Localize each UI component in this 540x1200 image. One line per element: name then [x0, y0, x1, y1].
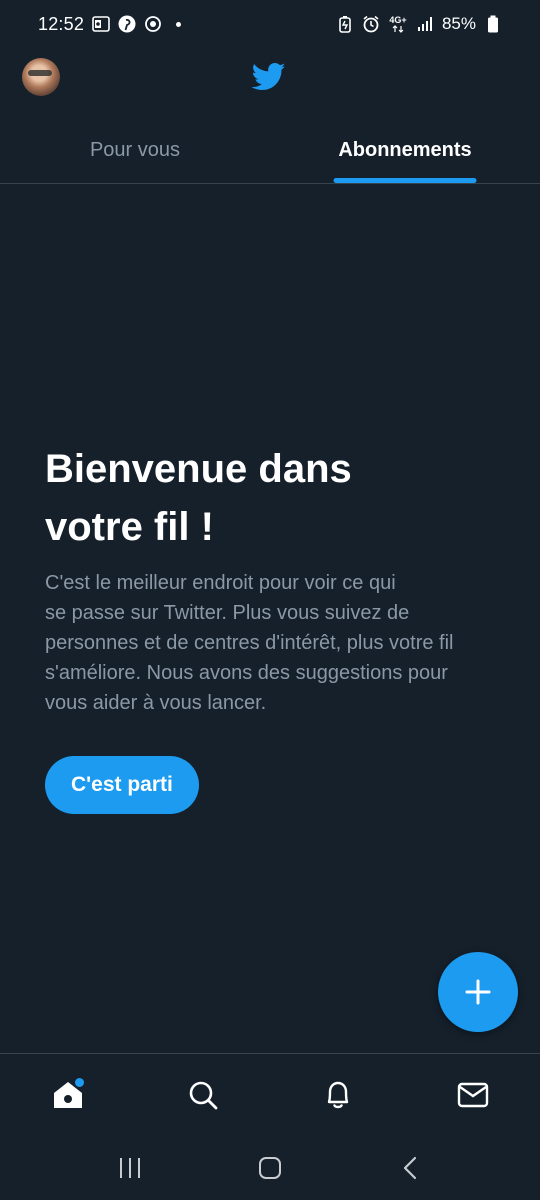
bottom-nav — [0, 1053, 540, 1135]
welcome-title-line: votre fil ! — [45, 505, 214, 549]
network-icon: 4G+ — [388, 15, 408, 33]
back-icon — [403, 1156, 417, 1179]
nav-messages[interactable] — [443, 1065, 503, 1125]
battery-icon — [484, 15, 502, 33]
welcome-text-line: personnes et de centres d'intérêt, plus … — [45, 632, 454, 654]
nav-home[interactable] — [38, 1065, 98, 1125]
system-nav — [0, 1135, 540, 1200]
welcome-description: C'est le meilleur endroit pour voir ce q… — [45, 568, 505, 718]
bell-icon — [327, 1081, 348, 1108]
plus-icon — [465, 979, 491, 1005]
tab-pour-vous[interactable]: Pour vous — [0, 118, 270, 183]
welcome-text-line: s'améliore. Nous avons des suggestions p… — [45, 662, 448, 684]
top-bar — [0, 48, 540, 108]
avatar[interactable] — [22, 58, 60, 96]
battery-saver-icon — [336, 15, 354, 33]
search-icon — [189, 1081, 217, 1109]
sync-icon — [144, 15, 162, 33]
welcome-title: Bienvenue dans votre fil ! — [45, 440, 505, 556]
nav-search[interactable] — [173, 1065, 233, 1125]
signal-icon — [416, 15, 434, 33]
welcome-panel: Bienvenue dans votre fil ! C'est le meil… — [45, 440, 505, 814]
pinterest-icon — [118, 15, 136, 33]
alarm-icon — [362, 15, 380, 33]
welcome-text-line: C'est le meilleur endroit pour voir ce q… — [45, 572, 396, 594]
get-started-button[interactable]: C'est parti — [45, 756, 199, 814]
welcome-text-line: se passe sur Twitter. Plus vous suivez d… — [45, 602, 410, 624]
system-home-button[interactable] — [240, 1143, 300, 1193]
welcome-text-line: vous aider à vous lancer. — [45, 692, 267, 714]
tab-label: Abonnements — [338, 139, 472, 161]
home-new-indicator — [74, 1077, 84, 1087]
active-tab-indicator — [333, 178, 477, 183]
battery-percent: 85% — [441, 14, 476, 33]
back-button[interactable] — [380, 1143, 440, 1193]
welcome-title-line: Bienvenue dans — [45, 447, 352, 491]
recents-button[interactable] — [100, 1143, 160, 1193]
status-bar: 12:52 4G+ 85% — [0, 0, 540, 48]
timeline-tabs: Pour vous Abonnements — [0, 118, 540, 184]
recents-icon — [120, 1157, 140, 1178]
twitter-bird-icon[interactable] — [251, 62, 286, 92]
nav-notifications[interactable] — [308, 1065, 368, 1125]
notification-dot — [176, 21, 182, 27]
mail-icon — [457, 1082, 488, 1107]
status-left: 12:52 — [38, 13, 182, 35]
home-circle-icon — [259, 1156, 281, 1179]
outlook-icon — [92, 15, 110, 33]
tab-label: Pour vous — [89, 139, 181, 161]
status-time: 12:52 — [38, 13, 85, 34]
compose-tweet-button[interactable] — [438, 952, 518, 1032]
status-right: 4G+ 85% — [336, 14, 502, 34]
tab-abonnements[interactable]: Abonnements — [270, 118, 540, 183]
